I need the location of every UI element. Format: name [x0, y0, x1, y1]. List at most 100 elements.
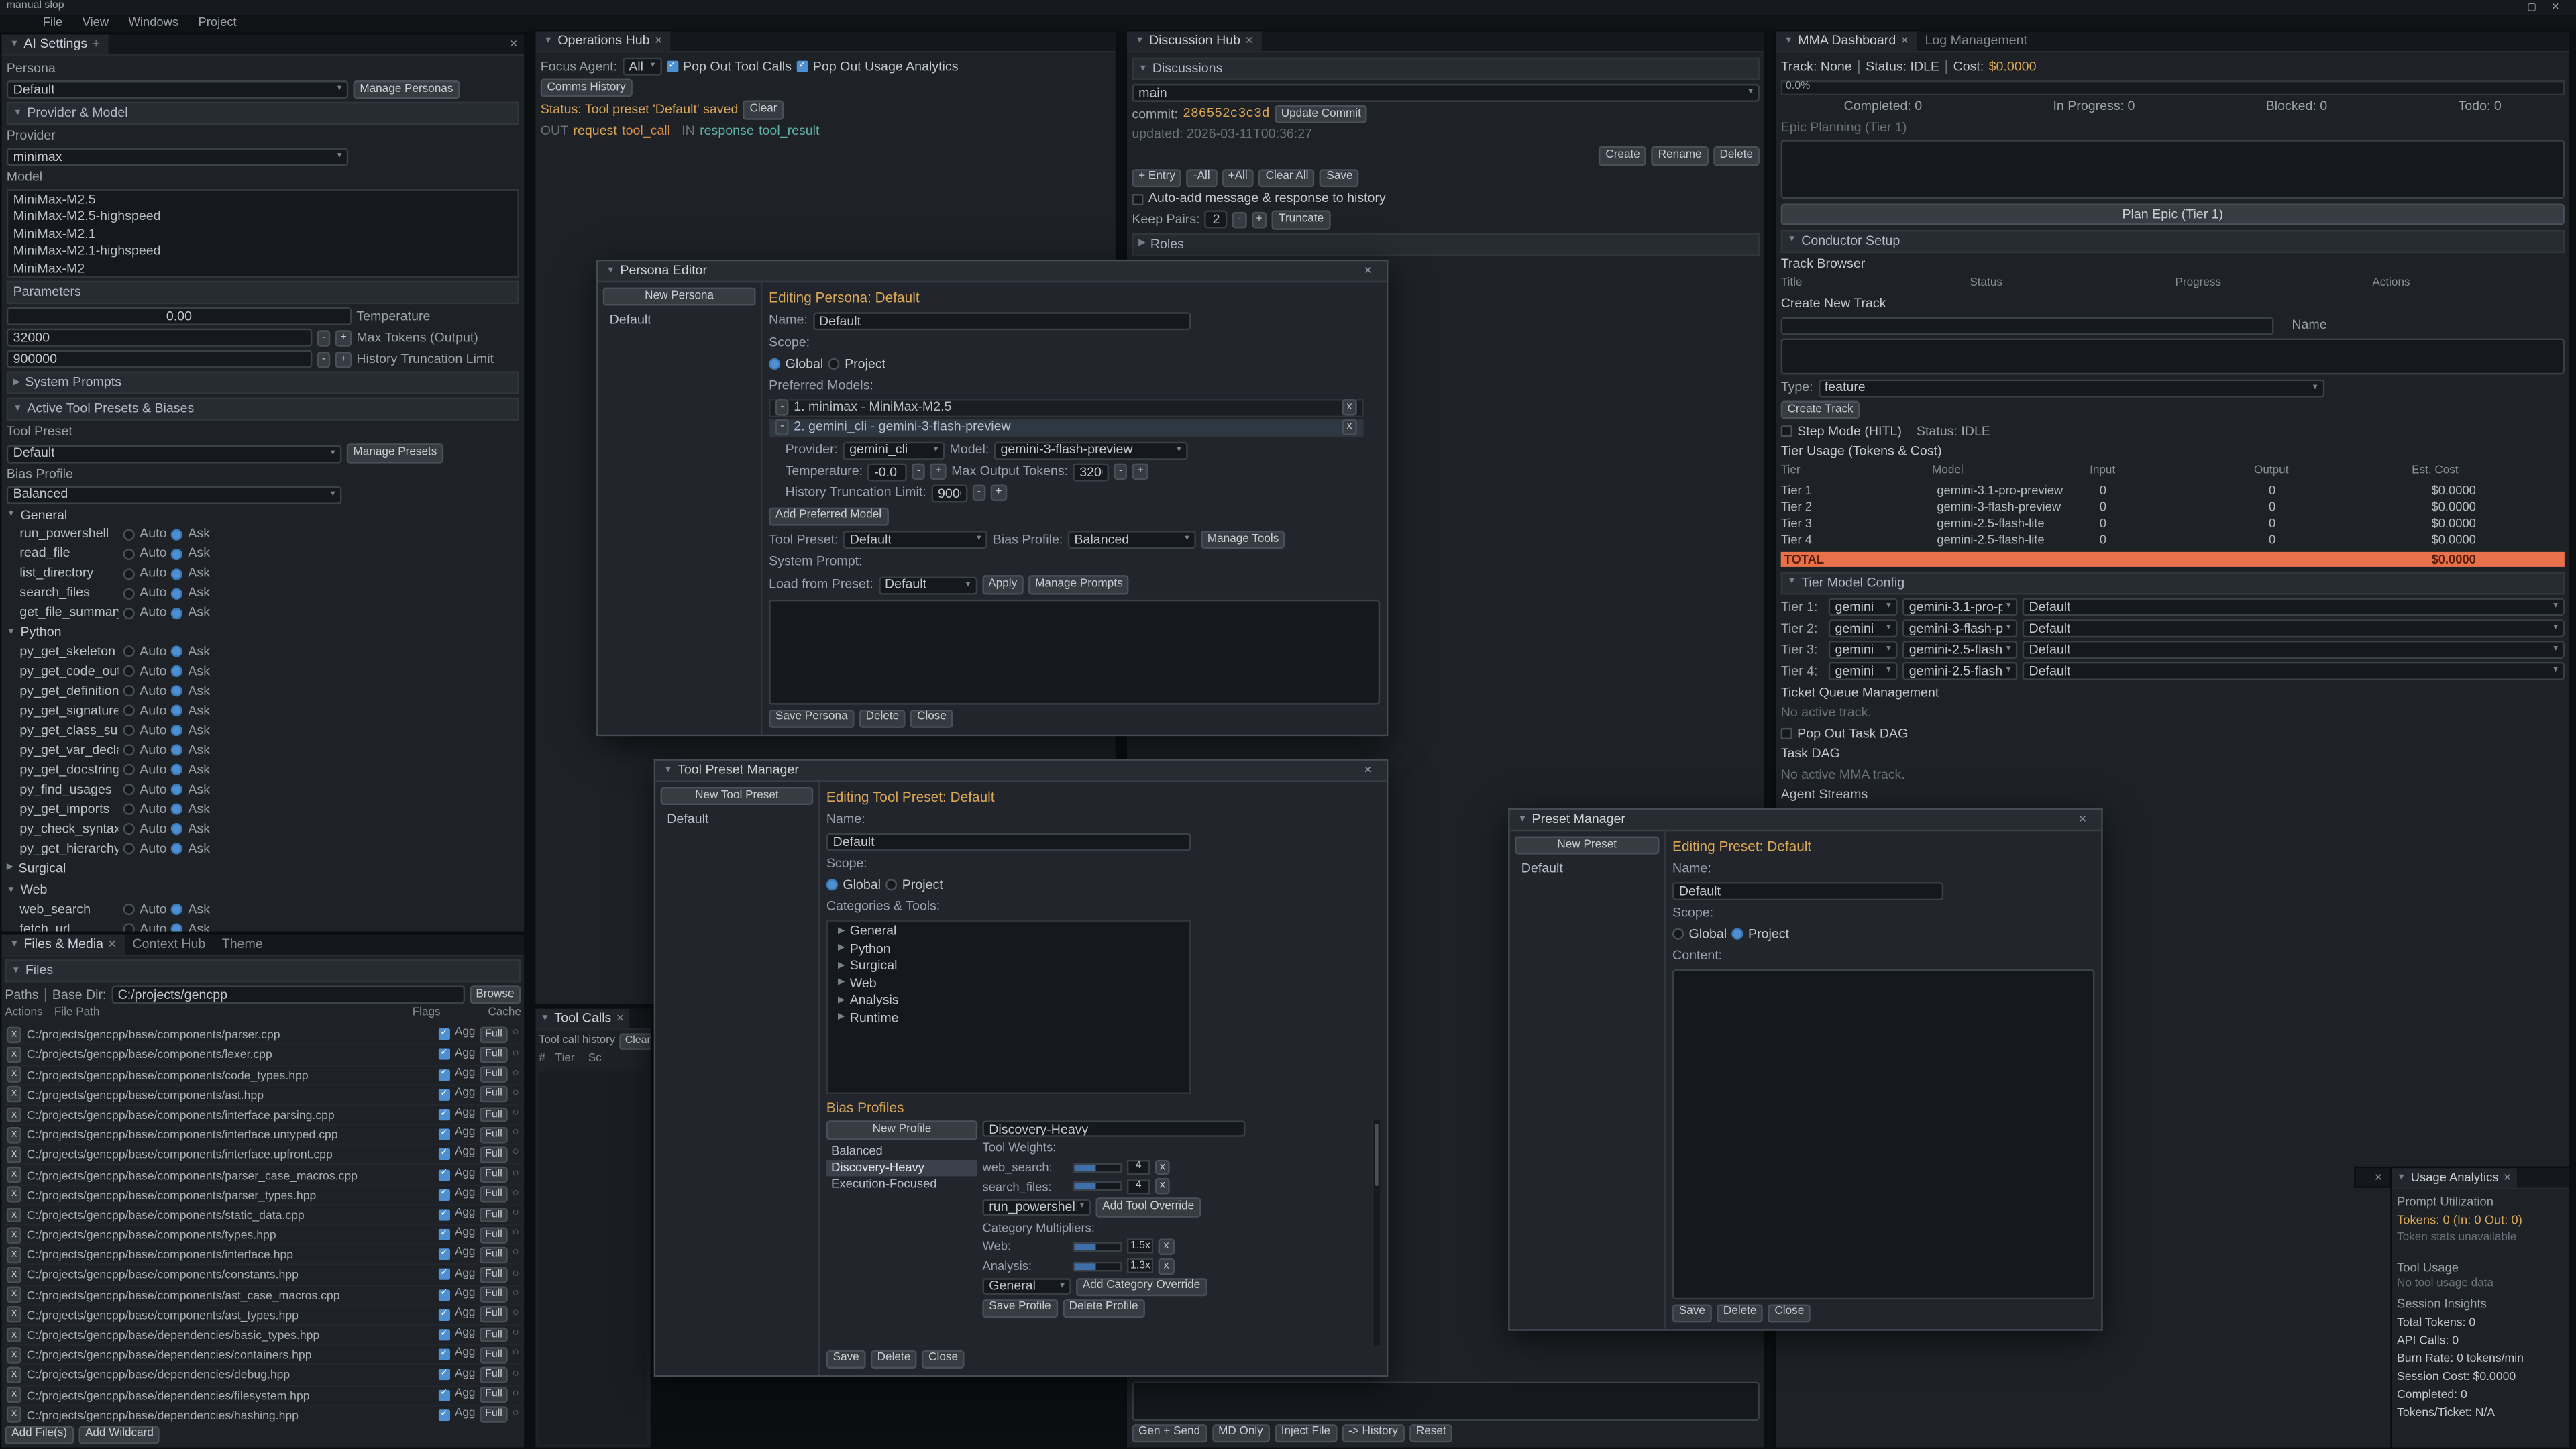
- category-node[interactable]: ▶ Python: [831, 942, 1186, 957]
- max-tokens-input[interactable]: [7, 329, 313, 347]
- full-button[interactable]: Full: [480, 1307, 507, 1323]
- manage-presets-button[interactable]: Manage Presets: [347, 444, 443, 463]
- agg-checkbox[interactable]: ✓: [438, 1149, 449, 1161]
- full-button[interactable]: Full: [480, 1227, 507, 1243]
- stepper-minus-button[interactable]: -: [1114, 464, 1128, 480]
- save-persona-button[interactable]: Save Persona: [769, 709, 854, 728]
- cache-indicator-icon[interactable]: ○: [513, 1307, 519, 1322]
- cache-indicator-icon[interactable]: ○: [513, 1388, 519, 1402]
- panel-close-icon[interactable]: ×: [503, 36, 524, 52]
- adjacent-panel-close-icon[interactable]: ×: [2368, 1170, 2389, 1186]
- clear-status-button[interactable]: Clear: [743, 101, 784, 119]
- tool-ask-radio[interactable]: [172, 608, 183, 619]
- delete-tool-preset-button[interactable]: Delete: [871, 1350, 917, 1368]
- tab-close-icon[interactable]: ×: [655, 34, 662, 48]
- reorder-handle-icon[interactable]: -: [775, 419, 789, 435]
- persona-name-input[interactable]: [812, 311, 1190, 329]
- agg-checkbox[interactable]: ✓: [438, 1129, 449, 1140]
- model-option[interactable]: MiniMax-M2.5: [8, 191, 517, 209]
- agg-checkbox[interactable]: ✓: [438, 1209, 449, 1220]
- full-button[interactable]: Full: [480, 1026, 507, 1042]
- remove-multiplier-icon[interactable]: x: [1159, 1238, 1174, 1254]
- bias-profile-item[interactable]: Discovery-Heavy: [826, 1159, 977, 1175]
- focus-agent-select[interactable]: All▾: [622, 58, 661, 76]
- truncate-button[interactable]: Truncate: [1272, 211, 1330, 229]
- auto-add-checkbox[interactable]: [1132, 193, 1143, 205]
- agg-checkbox[interactable]: ✓: [438, 1309, 449, 1320]
- save-profile-button[interactable]: Save Profile: [982, 1299, 1057, 1318]
- conductor-setup-section-header[interactable]: ▼ Conductor Setup: [1781, 229, 2565, 252]
- rename-discussion-button[interactable]: Rename: [1652, 147, 1708, 166]
- remove-file-button[interactable]: x: [7, 1067, 22, 1083]
- model-provider-select[interactable]: gemini_cli▾: [843, 441, 945, 460]
- expand-arrow-icon[interactable]: ▶: [838, 926, 845, 938]
- keep-pairs-minus-button[interactable]: -: [1233, 212, 1246, 228]
- scope-global-radio[interactable]: [826, 879, 838, 891]
- close-dialog-button[interactable]: Close: [922, 1350, 964, 1368]
- message-input[interactable]: [1132, 1381, 1760, 1421]
- tool-auto-radio[interactable]: [123, 666, 135, 678]
- menu-item[interactable]: File: [33, 15, 72, 30]
- agg-checkbox[interactable]: ✓: [438, 1349, 449, 1360]
- remove-model-icon[interactable]: x: [1342, 400, 1357, 416]
- dialog-close-icon[interactable]: ×: [2072, 812, 2093, 828]
- full-button[interactable]: Full: [480, 1267, 507, 1283]
- remove-file-button[interactable]: x: [7, 1107, 22, 1123]
- cache-indicator-icon[interactable]: ○: [513, 1187, 519, 1201]
- tool-section-header[interactable]: ▼ General: [7, 507, 519, 523]
- provider-select[interactable]: minimax▾: [7, 148, 348, 166]
- tab-close-icon[interactable]: ×: [108, 938, 115, 951]
- stepper-minus-button[interactable]: -: [317, 330, 331, 346]
- agg-checkbox[interactable]: ✓: [438, 1189, 449, 1200]
- pop-out-usage-checkbox[interactable]: ✓: [796, 61, 808, 72]
- agg-checkbox[interactable]: ✓: [438, 1289, 449, 1301]
- roles-section-header[interactable]: ▶ Roles: [1132, 233, 1760, 256]
- stepper-plus-button[interactable]: +: [335, 352, 352, 368]
- tool-section-header[interactable]: ▶ Surgical: [7, 861, 519, 876]
- cache-indicator-icon[interactable]: ○: [513, 1248, 519, 1262]
- tier-provider-select[interactable]: gemini▾: [1829, 620, 1898, 638]
- tool-ask-radio[interactable]: [172, 804, 183, 815]
- tool-preset-name-input[interactable]: [826, 833, 1191, 851]
- full-button[interactable]: Full: [480, 1167, 507, 1183]
- category-node[interactable]: ▶ Analysis: [831, 994, 1186, 1009]
- cache-indicator-icon[interactable]: ○: [513, 1348, 519, 1362]
- full-button[interactable]: Full: [480, 1046, 507, 1063]
- menu-item[interactable]: Project: [189, 15, 247, 30]
- track-type-select[interactable]: feature▾: [1818, 379, 2324, 397]
- tool-ask-radio[interactable]: [172, 843, 183, 855]
- history-limit-input[interactable]: [7, 351, 313, 369]
- category-node[interactable]: ▶ General: [831, 924, 1186, 940]
- tab-ai-settings[interactable]: ▼ AI Settings +: [1, 34, 108, 54]
- agg-checkbox[interactable]: ✓: [438, 1269, 449, 1281]
- track-description-input[interactable]: [1781, 339, 2565, 375]
- agg-checkbox[interactable]: ✓: [438, 1169, 449, 1181]
- remove-file-button[interactable]: x: [7, 1227, 22, 1243]
- tool-override-select[interactable]: run_powershell▾: [982, 1199, 1091, 1216]
- remove-file-button[interactable]: x: [7, 1287, 22, 1303]
- tool-auto-radio[interactable]: [123, 529, 135, 540]
- cache-indicator-icon[interactable]: ○: [513, 1408, 519, 1422]
- entry-action-button[interactable]: + Entry: [1132, 169, 1181, 188]
- menu-item[interactable]: Windows: [119, 15, 189, 30]
- stepper-plus-button[interactable]: +: [930, 464, 947, 480]
- close-dialog-button[interactable]: Close: [1768, 1304, 1811, 1323]
- stepper-plus-button[interactable]: +: [1132, 464, 1148, 480]
- tool-ask-radio[interactable]: [172, 666, 183, 678]
- keep-pairs-input[interactable]: [1205, 211, 1228, 229]
- remove-file-button[interactable]: x: [7, 1267, 22, 1283]
- remove-multiplier-icon[interactable]: x: [1159, 1258, 1174, 1274]
- pop-out-dag-checkbox[interactable]: [1781, 728, 1792, 739]
- remove-file-button[interactable]: x: [7, 1407, 22, 1422]
- tab-close-icon[interactable]: ×: [1245, 34, 1252, 48]
- stepper-minus-button[interactable]: -: [317, 352, 331, 368]
- model-option[interactable]: MiniMax-M2: [8, 260, 517, 278]
- preferred-model-item[interactable]: - 1. minimax - MiniMax-M2.5 x: [769, 398, 1364, 417]
- composer-action-button[interactable]: Gen + Send: [1132, 1424, 1207, 1442]
- tool-auto-radio[interactable]: [123, 568, 135, 580]
- remove-file-button[interactable]: x: [7, 1347, 22, 1363]
- cache-indicator-icon[interactable]: ○: [513, 1108, 519, 1122]
- update-commit-button[interactable]: Update Commit: [1275, 105, 1368, 124]
- tab-mma-dashboard[interactable]: ▼ MMA Dashboard ×: [1776, 32, 1917, 51]
- save-preset-button[interactable]: Save: [1672, 1304, 1712, 1323]
